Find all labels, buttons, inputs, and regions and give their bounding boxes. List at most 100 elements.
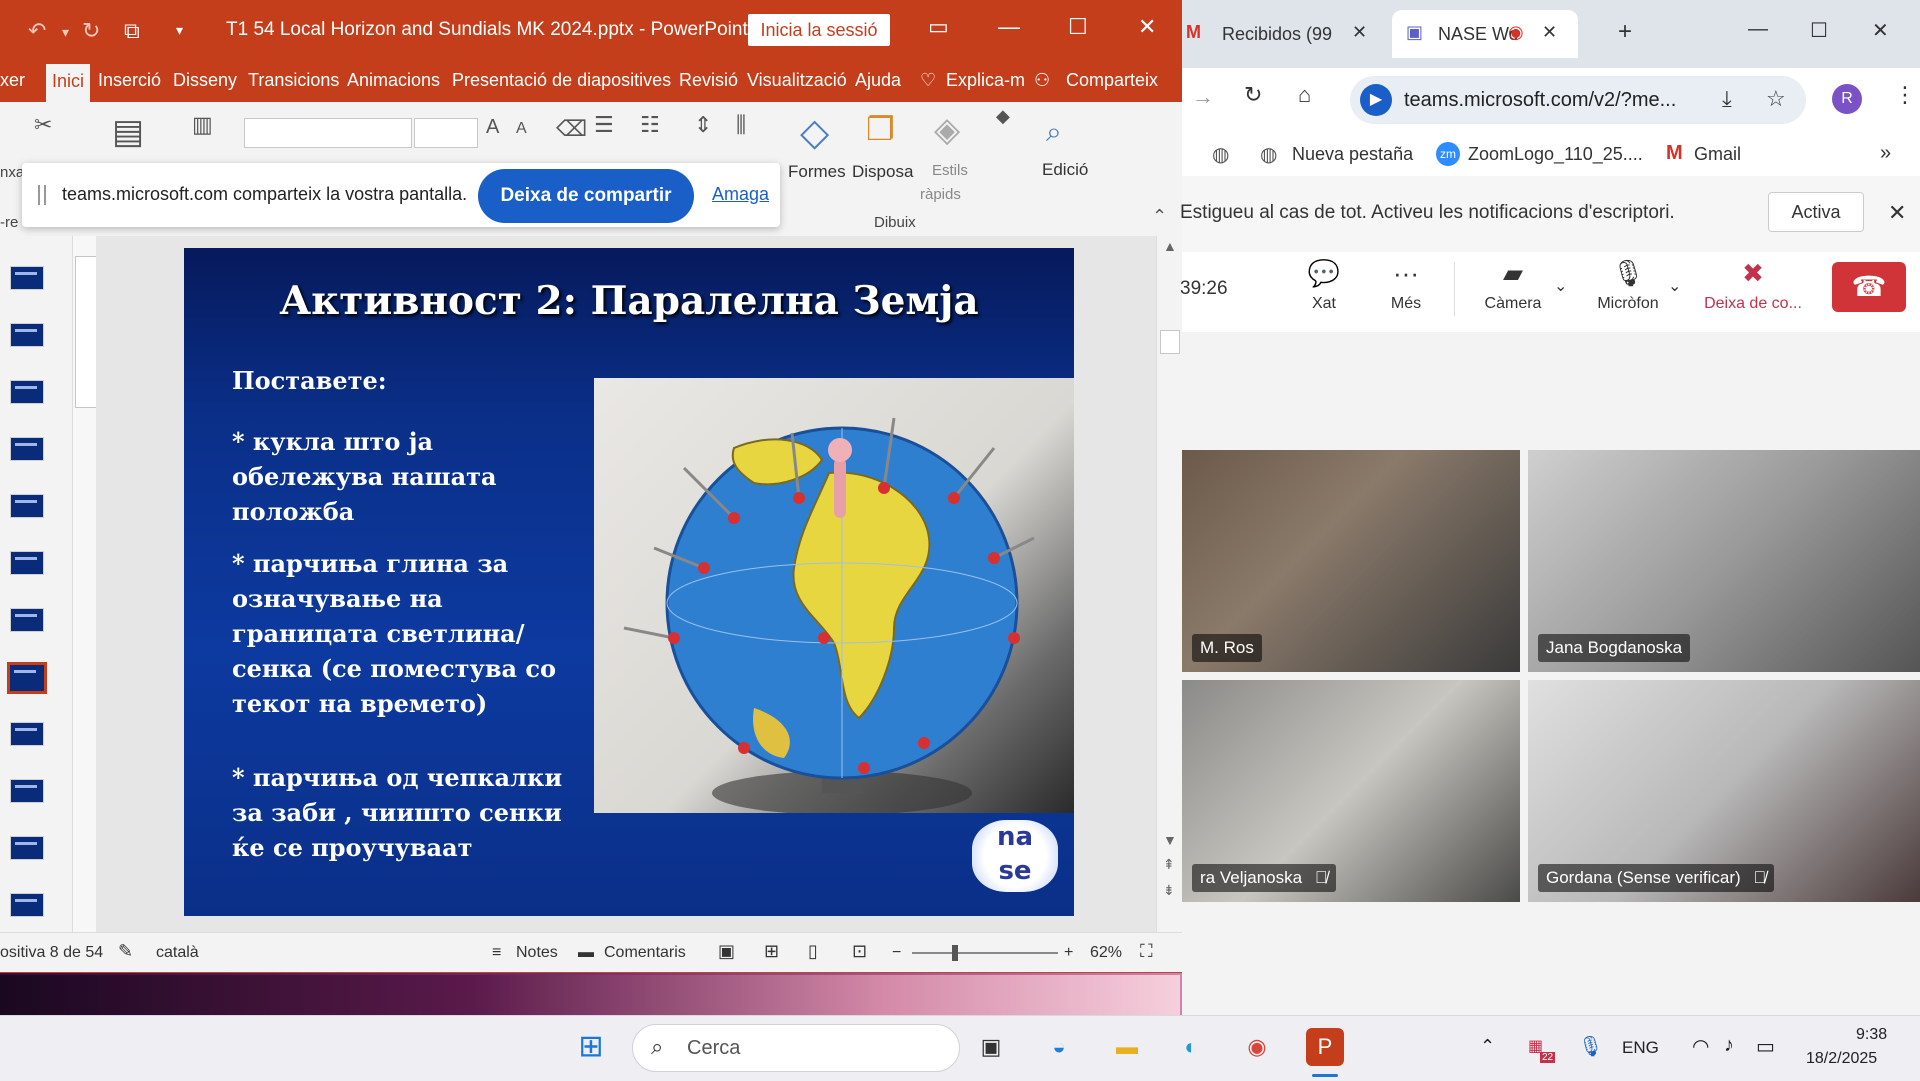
- prev-slide-icon[interactable]: ⇞: [1163, 856, 1175, 873]
- numbering-icon[interactable]: ☷: [640, 112, 660, 138]
- home-icon[interactable]: ⌂: [1298, 82, 1311, 108]
- tab-transitions[interactable]: Transicions: [248, 70, 339, 91]
- activate-notifications-button[interactable]: Activa: [1768, 192, 1864, 232]
- font-size-box[interactable]: [414, 118, 478, 148]
- slide-thumbnail[interactable]: [10, 779, 44, 803]
- layout-icon[interactable]: ▥: [192, 112, 213, 138]
- microphone-button[interactable]: 🎙 Micròfon: [1588, 258, 1668, 313]
- close-icon[interactable]: ✕: [1888, 200, 1906, 226]
- bookmark-new-tab[interactable]: Nueva pestaña: [1292, 144, 1413, 165]
- redo-icon[interactable]: ↻: [82, 18, 100, 44]
- participant-tile[interactable]: Gordana (Sense verificar) 🎙̸: [1528, 680, 1920, 902]
- thumbnails-scrollbar[interactable]: [72, 236, 97, 932]
- tab-design[interactable]: Disseny: [173, 70, 237, 91]
- start-session-button[interactable]: Inicia la sessió: [748, 14, 890, 46]
- next-slide-icon[interactable]: ⇟: [1163, 882, 1175, 899]
- font-family-box[interactable]: [244, 118, 412, 148]
- show-hidden-icons-icon[interactable]: ⌃: [1480, 1036, 1495, 1057]
- shrink-font-icon[interactable]: A: [516, 120, 527, 138]
- bookmark-star-icon[interactable]: ☆: [1766, 86, 1786, 112]
- profile-avatar[interactable]: R: [1832, 84, 1862, 114]
- notes-button[interactable]: Notes: [516, 944, 558, 962]
- sorter-view-icon[interactable]: ⊞: [764, 941, 779, 962]
- grow-font-icon[interactable]: A: [486, 116, 499, 139]
- camera-button[interactable]: ▰ Càmera: [1478, 258, 1548, 313]
- tab-share[interactable]: Comparteix: [1066, 70, 1158, 91]
- line-spacing-icon[interactable]: ⇕: [694, 112, 712, 138]
- cut-icon[interactable]: ✂: [34, 112, 52, 138]
- slide-scrollbar[interactable]: ▲ ▼ ⇞ ⇟: [1156, 236, 1182, 932]
- accessibility-icon[interactable]: ✎: [118, 941, 133, 962]
- current-slide[interactable]: Активност 2: Паралелна Земја Поставете: …: [184, 248, 1074, 916]
- chrome-icon[interactable]: ◉: [1238, 1028, 1276, 1066]
- maximize-button[interactable]: ☐: [1810, 18, 1828, 43]
- scroll-up-icon[interactable]: ▲: [1163, 238, 1177, 254]
- ribbon-display-icon[interactable]: ▭: [928, 14, 949, 40]
- arrange-icon[interactable]: ❐: [866, 110, 895, 148]
- forward-icon[interactable]: →: [1192, 84, 1214, 110]
- slide-thumbnail-current[interactable]: [7, 662, 47, 694]
- bullets-icon[interactable]: ☰: [594, 112, 614, 138]
- hide-link[interactable]: Amaga: [712, 184, 769, 205]
- more-button[interactable]: ··· Més: [1376, 258, 1436, 313]
- tab-view[interactable]: Visualització: [747, 70, 847, 91]
- quick-styles-label-2[interactable]: ràpids: [920, 186, 961, 203]
- minimize-button[interactable]: —: [998, 14, 1020, 40]
- new-tab-icon[interactable]: +: [1618, 18, 1632, 46]
- close-button[interactable]: ✕: [1872, 18, 1889, 43]
- maximize-button[interactable]: ☐: [1068, 14, 1088, 40]
- file-explorer-icon[interactable]: ▬: [1108, 1028, 1146, 1066]
- zoom-slider-thumb[interactable]: [952, 945, 958, 961]
- zoom-slider[interactable]: [912, 952, 1058, 954]
- more-bookmarks-icon[interactable]: »: [1880, 142, 1891, 165]
- globe-icon[interactable]: ◍: [1212, 142, 1229, 167]
- zoom-in-icon[interactable]: +: [1064, 944, 1073, 962]
- slide-thumbnail[interactable]: [10, 437, 44, 461]
- leave-call-button[interactable]: ☎: [1832, 262, 1906, 312]
- minimize-button[interactable]: —: [1748, 18, 1768, 41]
- clock-date[interactable]: 18/2/2025: [1806, 1050, 1877, 1068]
- chat-button[interactable]: 💬 Xat: [1294, 258, 1354, 313]
- slide-thumbnail[interactable]: [10, 323, 44, 347]
- edge-icon[interactable]: ◐: [1172, 1028, 1210, 1066]
- close-tab-icon[interactable]: ✕: [1542, 22, 1557, 43]
- shapes-label[interactable]: Formes: [788, 162, 846, 182]
- slide-thumbnail[interactable]: [10, 893, 44, 917]
- slide-thumbnail[interactable]: [10, 266, 44, 290]
- shape-fill-icon[interactable]: ◆: [996, 106, 1010, 127]
- site-info-icon[interactable]: ▶: [1360, 84, 1392, 116]
- comments-button[interactable]: Comentaris: [604, 944, 686, 962]
- search-icon[interactable]: ⌕: [1046, 116, 1062, 149]
- reading-view-icon[interactable]: ▯: [808, 941, 818, 962]
- input-language[interactable]: ENG: [1622, 1038, 1659, 1058]
- bookmark-gmail[interactable]: Gmail: [1694, 144, 1741, 165]
- scrollbar-thumb[interactable]: [1160, 330, 1180, 354]
- mic-options-icon[interactable]: ⌄: [1668, 276, 1681, 296]
- comments-icon[interactable]: ▬: [578, 944, 594, 962]
- text-direction-icon[interactable]: ⫼: [736, 112, 746, 138]
- new-slide-icon[interactable]: ▤: [112, 112, 144, 152]
- participant-tile[interactable]: ra Veljanoska 🎙̸: [1182, 680, 1520, 902]
- notes-icon[interactable]: ≡: [492, 944, 501, 962]
- close-button[interactable]: ✕: [1138, 14, 1156, 40]
- tab-home[interactable]: Inici: [46, 64, 91, 102]
- undo-icon[interactable]: ↶: [28, 18, 46, 44]
- editing-label[interactable]: Edició: [1042, 160, 1088, 180]
- slide-thumbnail[interactable]: [10, 380, 44, 404]
- customize-qat-icon[interactable]: ▾: [176, 22, 183, 39]
- undo-dropdown-icon[interactable]: ▾: [62, 24, 69, 41]
- slide-thumbnail[interactable]: [10, 494, 44, 518]
- shapes-icon[interactable]: ◇: [800, 110, 829, 155]
- tab-animations[interactable]: Animacions: [347, 70, 440, 91]
- copilot-icon[interactable]: ◒: [1040, 1028, 1078, 1066]
- browser-tab-teams[interactable]: ▣ NASE Wo ◉ ✕: [1392, 10, 1578, 58]
- tab-review[interactable]: Revisió: [679, 70, 738, 91]
- slide-thumbnail[interactable]: [10, 608, 44, 632]
- camera-options-icon[interactable]: ⌄: [1554, 276, 1567, 296]
- clear-format-icon[interactable]: ⌫: [556, 116, 587, 142]
- browser-tab-gmail[interactable]: M Recibidos (99 ✕: [1182, 10, 1388, 58]
- collapse-ribbon-icon[interactable]: ⌃: [1152, 206, 1167, 227]
- fit-to-window-icon[interactable]: ⛶: [1140, 941, 1153, 962]
- participant-tile[interactable]: Jana Bogdanoska: [1528, 450, 1920, 672]
- powerpoint-icon[interactable]: P: [1306, 1028, 1344, 1066]
